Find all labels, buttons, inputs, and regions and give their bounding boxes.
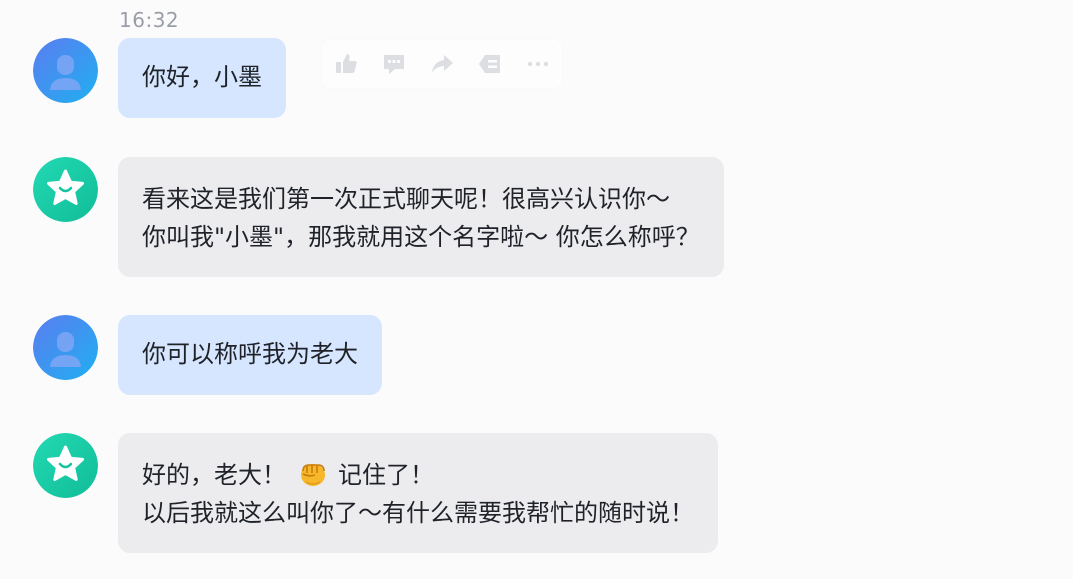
comment-button[interactable]	[370, 40, 418, 88]
fist-bump-emoji	[298, 459, 328, 489]
comment-icon	[384, 55, 404, 74]
message-text-line: 你叫我"小墨"，那我就用这个名字啦～ 你怎么称呼？	[142, 223, 700, 251]
assistant-avatar[interactable]	[33, 433, 98, 498]
message-text: 你可以称呼我为老大	[142, 340, 358, 368]
person-icon	[33, 315, 98, 380]
message-text: 你好，小墨	[142, 63, 262, 91]
message-bubble-user: 你可以称呼我为老大	[118, 315, 382, 395]
quote-icon	[479, 55, 500, 73]
thumbs-up-button[interactable]	[322, 40, 370, 88]
thumbs-up-icon	[336, 54, 357, 73]
message-timestamp: 16:32	[119, 8, 180, 32]
star-smile-icon	[33, 157, 98, 222]
message-text-segment: 记住了！	[338, 461, 434, 489]
message-text-segment: 好的，老大！	[142, 461, 286, 489]
chat-view: 16:32 你好，小墨 看来这是我们第一次正式聊天呢！很高兴认识你～ 你叫我"小…	[0, 0, 1073, 579]
message-text-line: 好的，老大！ 记住了！	[142, 456, 694, 494]
share-button[interactable]	[418, 40, 466, 88]
quote-button[interactable]	[466, 40, 514, 88]
more-button[interactable]	[514, 40, 562, 88]
message-text-line: 以后我就这么叫你了～有什么需要我帮忙的随时说！	[142, 499, 694, 527]
person-icon	[33, 38, 98, 103]
message-bubble-assistant: 好的，老大！ 记住了！ 以后我就这么叫你了～有什么需要我帮忙的随时说！	[118, 433, 718, 553]
user-avatar[interactable]	[33, 315, 98, 380]
message-bubble-assistant: 看来这是我们第一次正式聊天呢！很高兴认识你～ 你叫我"小墨"，那我就用这个名字啦…	[118, 157, 724, 277]
message-bubble-user: 你好，小墨	[118, 38, 286, 118]
assistant-avatar[interactable]	[33, 157, 98, 222]
message-actions-toolbar	[322, 40, 562, 88]
share-icon	[432, 55, 453, 73]
star-smile-icon	[33, 433, 98, 498]
more-icon	[527, 61, 549, 67]
user-avatar[interactable]	[33, 38, 98, 103]
message-text-line: 看来这是我们第一次正式聊天呢！很高兴认识你～	[142, 185, 670, 213]
